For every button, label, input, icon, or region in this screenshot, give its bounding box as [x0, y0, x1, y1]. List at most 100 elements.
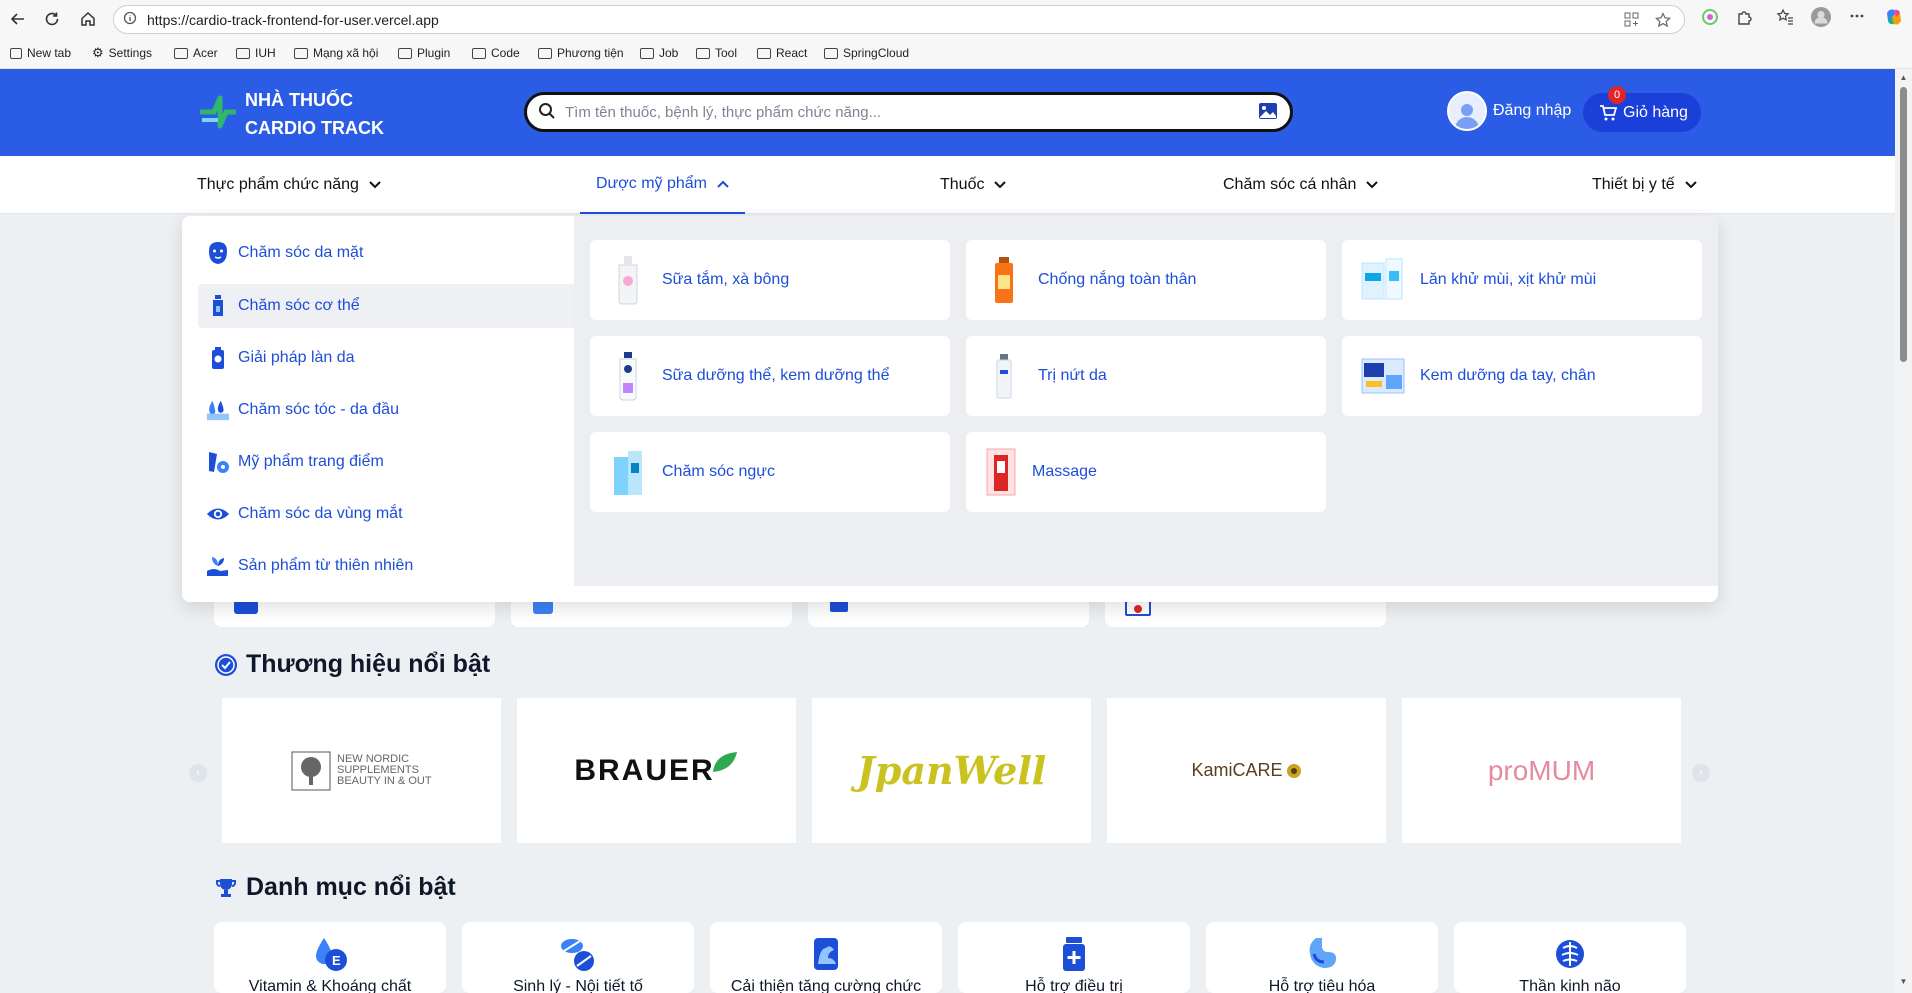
card-icon	[1125, 600, 1151, 616]
trophy-icon	[216, 878, 236, 897]
chevron-down-icon	[369, 178, 381, 192]
url-bar[interactable]: https://cardio-track-frontend-for-user.v…	[113, 5, 1685, 34]
featured-cai-thien-tang-cuong[interactable]: Cải thiện tăng cường chức	[710, 922, 942, 993]
app-available-icon[interactable]	[1624, 12, 1639, 31]
product-chong-nang-toan-than[interactable]: Chống nắng toàn thân	[966, 240, 1326, 320]
brand-logo-kamicare: KamiCARE	[1191, 760, 1283, 780]
home-icon[interactable]	[76, 7, 100, 31]
subcategory-giai-phap-lan-da[interactable]: Giải pháp làn da	[198, 336, 574, 380]
login-button[interactable]: Đăng nhập	[1447, 91, 1571, 131]
body-lotion-bottle-image	[608, 349, 648, 403]
sunscreen-tube-icon	[206, 346, 230, 370]
more-menu-icon[interactable]	[1849, 8, 1865, 28]
address-row: https://cardio-track-frontend-for-user.v…	[0, 0, 1912, 38]
bookmark-acer[interactable]: Acer	[174, 44, 218, 62]
refresh-icon[interactable]	[40, 7, 64, 31]
brand-card-promum[interactable]: proMUM	[1402, 698, 1681, 843]
shower-gel-bottle-image	[608, 253, 648, 307]
tree-logo-icon	[291, 751, 331, 790]
page-scrollbar[interactable]: ▲ ▼	[1895, 69, 1912, 993]
folder-icon	[696, 47, 710, 59]
scroll-down-arrow-icon[interactable]: ▼	[1899, 977, 1908, 986]
new-tab-icon	[10, 47, 22, 59]
product-massage[interactable]: Massage	[966, 432, 1326, 512]
bookmark-react[interactable]: React	[757, 44, 807, 62]
carousel-prev-icon[interactable]: ‹	[189, 764, 207, 782]
product-lan-khu-mui[interactable]: Lăn khử mùi, xịt khử mùi	[1342, 240, 1702, 320]
bookmark-phuong-tien[interactable]: Phương tiện	[538, 44, 624, 62]
bookmark-new-tab[interactable]: New tab	[10, 44, 71, 62]
image-search-icon[interactable]	[1258, 102, 1278, 120]
chevron-down-icon	[994, 178, 1007, 192]
featured-section-title: Danh mục nổi bật	[214, 873, 456, 902]
hair-drops-icon	[206, 398, 230, 422]
subcategory-list: Chăm sóc da mặt Chăm sóc cơ thể Giải phá…	[182, 216, 574, 602]
subcategory-cham-soc-toc-da-dau[interactable]: Chăm sóc tóc - da đầu	[198, 388, 574, 432]
breast-care-product-image	[608, 445, 648, 499]
url-text[interactable]: https://cardio-track-frontend-for-user.v…	[147, 12, 439, 28]
subcategory-cham-soc-da-vung-mat[interactable]: Chăm sóc da vùng mắt	[198, 492, 574, 536]
subcategory-cham-soc-da-mat[interactable]: Chăm sóc da mặt	[198, 231, 574, 275]
subcategory-cham-soc-co-the[interactable]: Chăm sóc cơ thể	[198, 284, 574, 328]
chevron-down-icon	[1684, 178, 1697, 192]
bookmark-mang-xa-hoi[interactable]: Mạng xã hội	[294, 44, 378, 62]
profile-avatar[interactable]	[1810, 6, 1832, 32]
featured-ho-tro-tieu-hoa[interactable]: Hỗ trợ tiêu hóa	[1206, 922, 1438, 993]
scroll-up-arrow-icon[interactable]: ▲	[1899, 73, 1908, 82]
cart-button[interactable]: Giỏ hàng	[1583, 93, 1701, 132]
nav-cham-soc-ca-nhan[interactable]: Chăm sóc cá nhân	[1223, 156, 1379, 214]
extensions-puzzle-icon[interactable]	[1736, 8, 1754, 30]
bookmark-tool[interactable]: Tool	[696, 44, 737, 62]
brand-card-new-nordic[interactable]: NEW NORDIC SUPPLEMENTS BEAUTY IN & OUT	[222, 698, 501, 843]
logo-icon[interactable]	[196, 92, 240, 132]
favorite-star-icon[interactable]	[1655, 12, 1671, 32]
bookmark-settings[interactable]: ⚙ Settings	[92, 44, 152, 62]
brand-logo-new-nordic: NEW NORDIC SUPPLEMENTS BEAUTY IN & OUT	[291, 751, 432, 791]
face-mask-icon	[206, 241, 230, 265]
folder-icon	[236, 47, 250, 59]
featured-vitamin-khoang-chat[interactable]: E Vitamin & Khoáng chất	[214, 922, 446, 993]
bookmark-springcloud[interactable]: SpringCloud	[824, 44, 909, 62]
featured-ho-tro-dieu-tri[interactable]: Hỗ trợ điều trị	[958, 922, 1190, 993]
product-sua-tam-xa-bong[interactable]: Sữa tắm, xà bông	[590, 240, 950, 320]
folder-icon	[824, 47, 838, 59]
scrollbar-thumb[interactable]	[1900, 87, 1907, 362]
product-kem-duong-da-tay-chan[interactable]: Kem dưỡng da tay, chân	[1342, 336, 1702, 416]
copilot-icon[interactable]	[1884, 7, 1904, 31]
hand-foot-cream-image	[1360, 349, 1406, 403]
bookmark-iuh[interactable]: IUH	[236, 44, 276, 62]
deodorant-product-image	[1360, 253, 1406, 307]
subcategory-my-pham-trang-diem[interactable]: Mỹ phẩm trang điểm	[198, 440, 574, 484]
folder-icon	[640, 47, 654, 59]
nav-duoc-my-pham[interactable]: Dược mỹ phẩm	[580, 156, 745, 214]
extension-colorful-icon[interactable]	[1701, 8, 1719, 30]
product-sua-duong-the[interactable]: Sữa dưỡng thể, kem dưỡng thể	[590, 336, 950, 416]
nav-thuc-pham-chuc-nang[interactable]: Thực phẩm chức năng	[197, 156, 381, 214]
search-icon[interactable]	[538, 102, 556, 120]
folder-icon	[538, 47, 552, 59]
bookmark-plugin[interactable]: Plugin	[398, 44, 450, 62]
carousel-next-icon[interactable]: ›	[1692, 764, 1710, 782]
muscle-arm-icon	[814, 938, 838, 970]
search-box[interactable]	[524, 92, 1293, 132]
card-icon	[533, 600, 553, 614]
product-tri-nut-da[interactable]: Trị nứt da	[966, 336, 1326, 416]
bookmark-job[interactable]: Job	[640, 44, 678, 62]
product-cham-soc-nguc[interactable]: Chăm sóc ngực	[590, 432, 950, 512]
subcategory-san-pham-tu-thien-nhien[interactable]: Sản phẩm từ thiên nhiên	[198, 544, 574, 588]
medicine-bottle-icon	[1063, 937, 1085, 971]
featured-sinh-ly-noi-tiet-to[interactable]: Sinh lý - Nội tiết tố	[462, 922, 694, 993]
logo-text[interactable]: NHÀ THUỐC CARDIO TRACK	[245, 86, 384, 142]
site-info-icon[interactable]	[123, 11, 139, 27]
brand-card-brauer[interactable]: BRAUER	[517, 698, 796, 843]
nav-thuoc[interactable]: Thuốc	[940, 156, 1007, 214]
featured-than-kinh-nao[interactable]: Thần kinh não	[1454, 922, 1686, 993]
brand-card-jpanwell[interactable]: JpanWell	[812, 698, 1091, 843]
brand-card-kamicare[interactable]: KamiCARE	[1107, 698, 1386, 843]
bookmark-code[interactable]: Code	[472, 44, 520, 62]
vitamin-drop-icon: E	[316, 938, 347, 971]
back-icon[interactable]	[6, 7, 30, 31]
search-input[interactable]	[565, 100, 1245, 124]
favorites-icon[interactable]	[1776, 8, 1794, 30]
nav-thiet-bi-y-te[interactable]: Thiết bị y tế	[1592, 156, 1697, 214]
